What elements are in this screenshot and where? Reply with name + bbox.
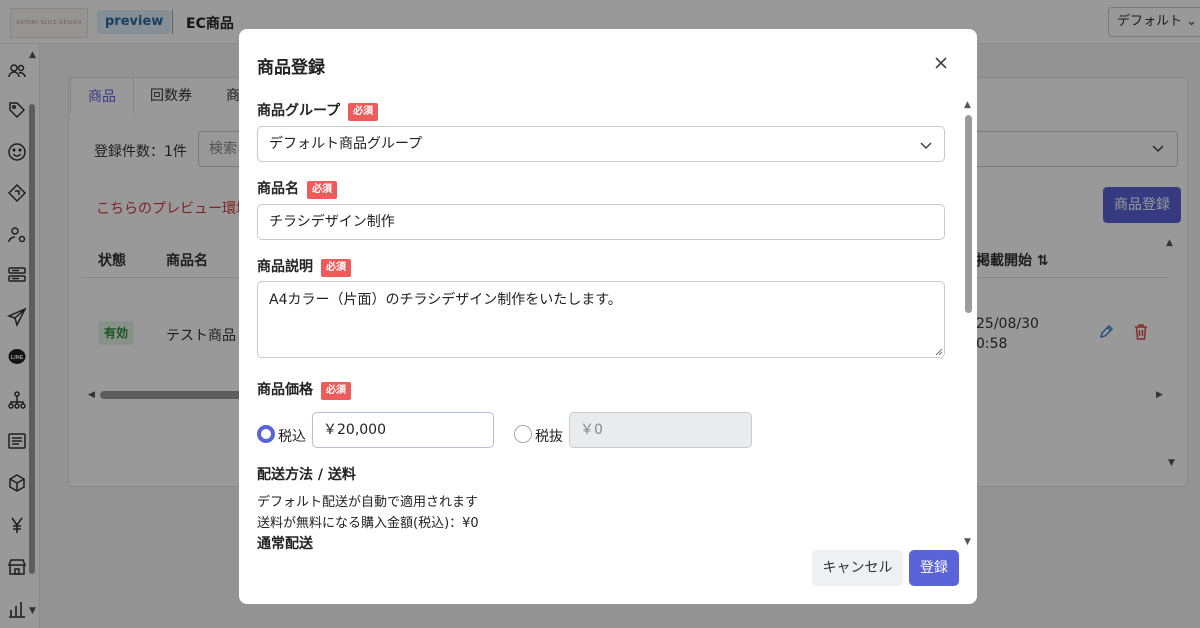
tax-excluded-label[interactable]: 税抜 <box>535 426 563 446</box>
product-register-modal: 商品登録 商品グループ 必須 デフォルト商品グループ 商品名 必須 チラシデザイン制… <box>239 29 977 604</box>
required-badge: 必須 <box>321 382 351 400</box>
close-icon[interactable] <box>933 55 949 71</box>
price-tax-excluded-input: ￥0 <box>569 412 752 448</box>
shipping-title: 配送方法 / 送料 <box>257 467 356 483</box>
submit-button[interactable]: 登録 <box>909 550 959 586</box>
shipping-subtitle: 通常配送 <box>257 536 313 552</box>
product-name-input[interactable]: チラシデザイン制作 <box>257 204 945 240</box>
required-badge: 必須 <box>307 181 337 199</box>
group-label: 商品グループ 必須 <box>257 100 379 121</box>
resize-grip-icon[interactable] <box>935 348 943 356</box>
required-badge: 必須 <box>321 259 351 277</box>
cancel-button[interactable]: キャンセル <box>812 550 903 586</box>
modal-scrollbar[interactable] <box>965 115 972 313</box>
modal-title: 商品登録 <box>257 58 325 78</box>
price-tax-included-input[interactable]: ￥20,000 <box>312 412 494 448</box>
modal-scroll-down-icon[interactable]: ▼ <box>964 537 971 547</box>
tax-included-radio[interactable] <box>257 425 275 443</box>
tax-included-label[interactable]: 税込 <box>278 426 306 446</box>
chevron-down-icon[interactable] <box>919 138 933 152</box>
shipping-info-free: 送料が無料になる購入金額(税込)：¥0 <box>257 516 479 531</box>
description-textarea[interactable]: A4カラー（片面）のチラシデザイン制作をいたします。 <box>257 281 945 358</box>
tax-excluded-radio[interactable] <box>514 425 532 443</box>
name-label: 商品名 必須 <box>257 178 337 199</box>
shipping-info-default: デフォルト配送が自動で適用されます <box>257 495 479 510</box>
description-label: 商品説明 必須 <box>257 256 351 277</box>
modal-scroll-up-icon[interactable]: ▲ <box>964 100 971 110</box>
required-badge: 必須 <box>348 103 379 121</box>
price-label: 商品価格 必須 <box>257 379 351 400</box>
group-select[interactable]: デフォルト商品グループ <box>257 126 945 162</box>
